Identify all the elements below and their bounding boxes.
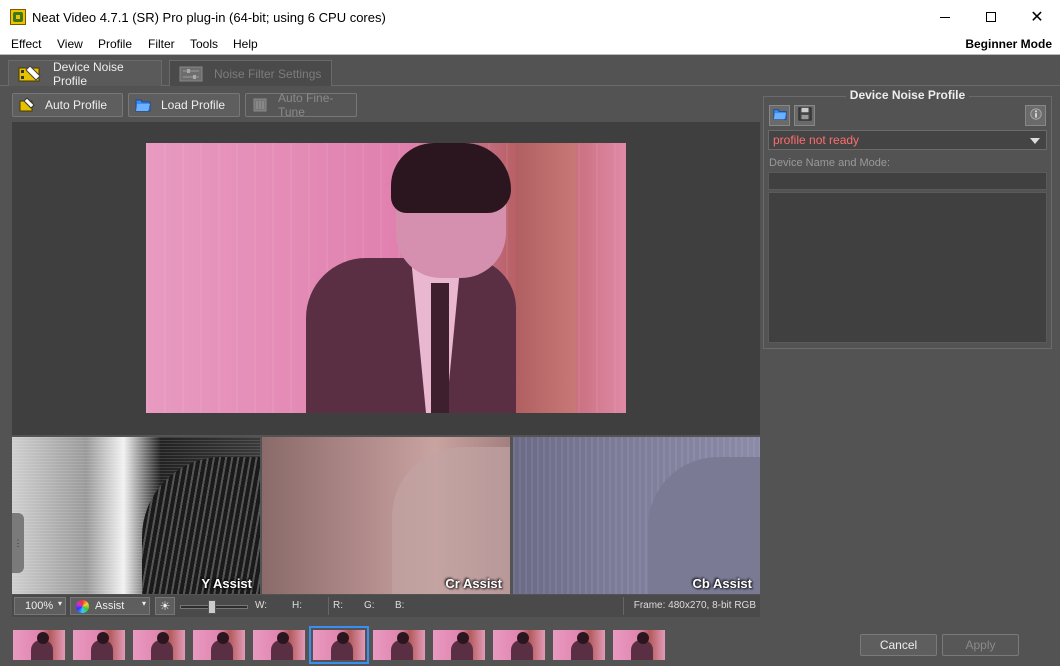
brightness-button[interactable]: ☀ bbox=[155, 597, 175, 615]
load-profile-label: Load Profile bbox=[161, 98, 226, 112]
status-divider bbox=[328, 597, 329, 615]
film-icon bbox=[17, 64, 43, 83]
close-button[interactable]: ✕ bbox=[1014, 0, 1060, 34]
auto-fine-tune-button[interactable]: Auto Fine-Tune bbox=[245, 91, 357, 119]
frame-door bbox=[516, 143, 576, 413]
menu-tools[interactable]: Tools bbox=[190, 37, 218, 51]
menu-bar: Effect View Profile Filter Tools Help Be… bbox=[0, 34, 1060, 55]
title-bar: Neat Video 4.7.1 (SR) Pro plug-in (64-bi… bbox=[0, 0, 1060, 34]
brightness-slider-thumb[interactable] bbox=[208, 600, 216, 614]
cr-assist-panel[interactable]: Cr Assist bbox=[262, 437, 510, 594]
zoom-value: 100% bbox=[25, 600, 54, 612]
y-assist-panel[interactable]: Y Assist bbox=[12, 437, 260, 594]
window-title: Neat Video 4.7.1 (SR) Pro plug-in (64-bi… bbox=[32, 10, 386, 25]
blue-label: B: bbox=[395, 600, 405, 611]
cancel-button[interactable]: Cancel bbox=[860, 634, 937, 656]
frame-thumbnail[interactable] bbox=[193, 630, 245, 660]
y-assist-label: Y Assist bbox=[201, 576, 252, 591]
auto-profile-label: Auto Profile bbox=[45, 98, 108, 112]
save-profile-button[interactable] bbox=[794, 105, 815, 126]
assist-mode-value: Assist bbox=[95, 600, 125, 612]
auto-profile-button[interactable]: Auto Profile bbox=[12, 93, 123, 117]
minimize-icon bbox=[940, 16, 950, 18]
frame-person-tie bbox=[431, 283, 449, 413]
maximize-icon bbox=[986, 12, 996, 22]
cb-assist-label: Cb Assist bbox=[692, 576, 752, 591]
fine-tune-icon bbox=[252, 97, 268, 113]
minimize-button[interactable] bbox=[922, 0, 968, 34]
panel-collapse-handle[interactable]: ⋮ bbox=[12, 513, 24, 573]
frame-thumbnail[interactable] bbox=[613, 630, 665, 660]
frame-thumbnail[interactable] bbox=[13, 630, 65, 660]
menu-view[interactable]: View bbox=[57, 37, 83, 51]
frame-thumbnail[interactable] bbox=[133, 630, 185, 660]
color-wheel-icon bbox=[76, 600, 89, 613]
sun-icon: ☀ bbox=[159, 599, 171, 613]
device-profile-title: Device Noise Profile bbox=[763, 88, 1052, 102]
save-icon bbox=[797, 107, 812, 124]
tab-label: Device Noise Profile bbox=[52, 59, 124, 88]
device-name-label: Device Name and Mode: bbox=[769, 157, 891, 169]
video-frame[interactable] bbox=[146, 143, 626, 413]
frame-thumbnail[interactable] bbox=[73, 630, 125, 660]
device-name-field bbox=[768, 172, 1047, 190]
menu-effect[interactable]: Effect bbox=[11, 37, 41, 51]
folder-open-icon bbox=[772, 107, 787, 124]
tab-device-noise-profile[interactable]: Device Noise Profile bbox=[8, 59, 162, 88]
preview-viewer[interactable] bbox=[12, 122, 760, 435]
viewer-statusbar: 100% ▾ Assist ▾ ☀ W: H: R: G: B: Frame: … bbox=[12, 595, 760, 617]
height-label: H: bbox=[292, 600, 302, 611]
open-profile-button[interactable] bbox=[769, 105, 790, 126]
red-label: R: bbox=[333, 600, 343, 611]
width-label: W: bbox=[255, 600, 268, 611]
close-icon: ✕ bbox=[1030, 9, 1044, 26]
tab-label: Noise Filter Settings bbox=[214, 66, 322, 81]
cb-assist-panel[interactable]: Cb Assist bbox=[513, 437, 760, 594]
device-profile-title-text: Device Noise Profile bbox=[845, 88, 970, 102]
menu-help[interactable]: Help bbox=[233, 37, 258, 51]
chevron-down-icon bbox=[1030, 138, 1040, 144]
load-profile-button[interactable]: Load Profile bbox=[128, 93, 240, 117]
sliders-icon bbox=[178, 65, 204, 83]
cr-assist-label: Cr Assist bbox=[445, 576, 502, 591]
frame-thumbnail[interactable] bbox=[433, 630, 485, 660]
status-divider bbox=[623, 597, 624, 615]
chevron-down-icon: ▾ bbox=[141, 599, 146, 608]
maximize-button[interactable] bbox=[968, 0, 1014, 34]
frame-thumbnail[interactable] bbox=[553, 630, 605, 660]
zoom-select[interactable]: 100% ▾ bbox=[14, 597, 66, 615]
folder-open-icon bbox=[135, 97, 151, 113]
tab-noise-filter-settings[interactable]: Noise Filter Settings bbox=[169, 60, 332, 86]
frame-info: Frame: 480x270, 8-bit RGB bbox=[633, 600, 756, 611]
frame-thumbnail[interactable] bbox=[493, 630, 545, 660]
frame-thumbnail[interactable] bbox=[253, 630, 305, 660]
profile-select[interactable]: profile not ready bbox=[768, 130, 1047, 150]
app-icon bbox=[10, 9, 26, 25]
frame-thumbnail-selected[interactable] bbox=[309, 626, 369, 664]
frame-person-hair bbox=[391, 143, 511, 213]
info-icon bbox=[1029, 107, 1043, 124]
profile-status: profile not ready bbox=[773, 133, 860, 147]
frame-thumbnail[interactable] bbox=[373, 630, 425, 660]
green-label: G: bbox=[364, 600, 375, 611]
auto-profile-icon bbox=[19, 97, 35, 113]
assist-mode-select[interactable]: Assist ▾ bbox=[70, 597, 150, 615]
profile-info-button[interactable] bbox=[1025, 105, 1046, 126]
mode-toggle[interactable]: Beginner Mode bbox=[965, 37, 1052, 51]
auto-fine-tune-label: Auto Fine-Tune bbox=[278, 91, 334, 119]
chevron-down-icon: ▾ bbox=[57, 599, 62, 608]
frame-person-body bbox=[306, 258, 516, 413]
menu-filter[interactable]: Filter bbox=[148, 37, 175, 51]
profile-details-area bbox=[768, 192, 1047, 343]
apply-button[interactable]: Apply bbox=[942, 634, 1019, 656]
menu-profile[interactable]: Profile bbox=[98, 37, 132, 51]
